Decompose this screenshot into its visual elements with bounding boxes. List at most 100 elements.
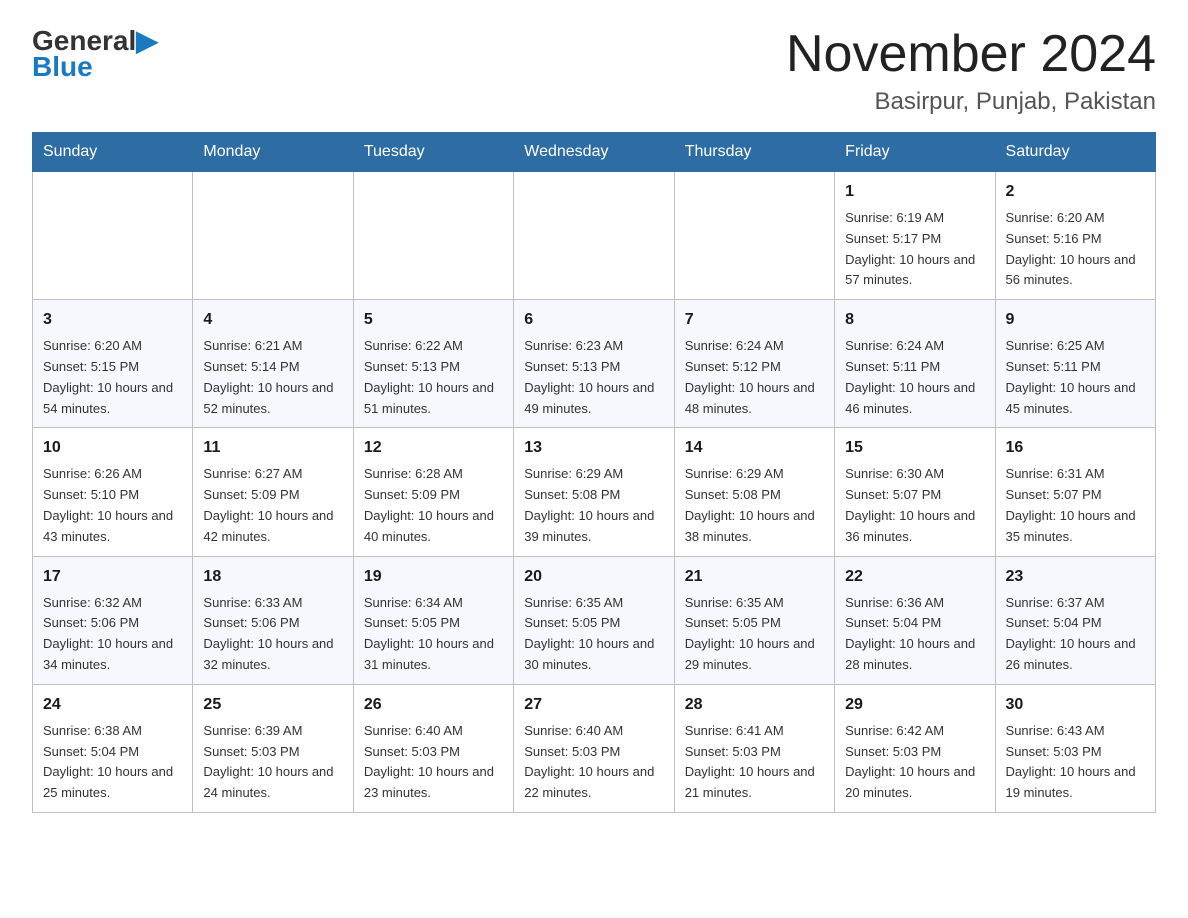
day-number: 30 [1006,693,1145,717]
day-info: Sunrise: 6:37 AM Sunset: 5:04 PM Dayligh… [1006,593,1145,676]
calendar-cell: 12 Sunrise: 6:28 AM Sunset: 5:09 PM Dayli… [353,428,513,556]
location-title: Basirpur, Punjab, Pakistan [786,88,1156,116]
day-info: Sunrise: 6:33 AM Sunset: 5:06 PM Dayligh… [203,593,342,676]
calendar-cell: 27Sunrise: 6:40 AM Sunset: 5:03 PM Dayli… [514,684,674,812]
calendar-cell [514,172,674,300]
day-number: 23 [1006,565,1145,589]
week-row-4: 17 Sunrise: 6:32 AM Sunset: 5:06 PM Dayli… [33,556,1156,684]
logo: General ▶ Blue [32,24,158,83]
day-number: 5 [364,308,503,332]
day-number: 2 [1006,180,1145,204]
day-info: Sunrise: 6:23 AM Sunset: 5:13 PM Dayligh… [524,336,663,419]
day-info: Sunrise: 6:38 AM Sunset: 5:04 PM Dayligh… [43,721,182,804]
week-row-5: 24 Sunrise: 6:38 AM Sunset: 5:04 PM Dayli… [33,684,1156,812]
weekday-header-row: SundayMondayTuesdayWednesdayThursdayFrid… [33,133,1156,172]
calendar-cell: 19 Sunrise: 6:34 AM Sunset: 5:05 PM Dayli… [353,556,513,684]
week-row-3: 10 Sunrise: 6:26 AM Sunset: 5:10 PM Dayli… [33,428,1156,556]
day-number: 11 [203,436,342,460]
page-header: General ▶ Blue November 2024 Basirpur, P… [32,24,1156,116]
calendar-table: SundayMondayTuesdayWednesdayThursdayFrid… [32,132,1156,813]
day-number: 13 [524,436,663,460]
calendar-cell: 10 Sunrise: 6:26 AM Sunset: 5:10 PM Dayli… [33,428,193,556]
calendar-cell [674,172,834,300]
day-info: Sunrise: 6:24 AM Sunset: 5:12 PM Dayligh… [685,336,824,419]
calendar-cell: 7 Sunrise: 6:24 AM Sunset: 5:12 PM Daylig… [674,300,834,428]
day-number: 12 [364,436,503,460]
calendar-cell: 1 Sunrise: 6:19 AM Sunset: 5:17 PM Daylig… [835,172,995,300]
calendar-cell: 28 Sunrise: 6:41 AM Sunset: 5:03 PM Dayli… [674,684,834,812]
day-number: 8 [845,308,984,332]
calendar-cell: 15Sunrise: 6:30 AM Sunset: 5:07 PM Dayli… [835,428,995,556]
calendar-cell: 3Sunrise: 6:20 AM Sunset: 5:15 PM Daylig… [33,300,193,428]
weekday-header-friday: Friday [835,133,995,172]
calendar-cell: 11Sunrise: 6:27 AM Sunset: 5:09 PM Dayli… [193,428,353,556]
calendar-cell: 26 Sunrise: 6:40 AM Sunset: 5:03 PM Dayli… [353,684,513,812]
day-number: 22 [845,565,984,589]
calendar-cell: 21Sunrise: 6:35 AM Sunset: 5:05 PM Dayli… [674,556,834,684]
day-info: Sunrise: 6:31 AM Sunset: 5:07 PM Dayligh… [1006,464,1145,547]
calendar-cell: 17 Sunrise: 6:32 AM Sunset: 5:06 PM Dayli… [33,556,193,684]
day-info: Sunrise: 6:34 AM Sunset: 5:05 PM Dayligh… [364,593,503,676]
day-number: 4 [203,308,342,332]
calendar-cell: 20 Sunrise: 6:35 AM Sunset: 5:05 PM Dayli… [514,556,674,684]
calendar-cell: 24 Sunrise: 6:38 AM Sunset: 5:04 PM Dayli… [33,684,193,812]
weekday-header-sunday: Sunday [33,133,193,172]
title-area: November 2024 Basirpur, Punjab, Pakistan [786,24,1156,116]
calendar-cell: 29Sunrise: 6:42 AM Sunset: 5:03 PM Dayli… [835,684,995,812]
day-info: Sunrise: 6:35 AM Sunset: 5:05 PM Dayligh… [685,593,824,676]
calendar-cell [33,172,193,300]
day-info: Sunrise: 6:28 AM Sunset: 5:09 PM Dayligh… [364,464,503,547]
weekday-header-wednesday: Wednesday [514,133,674,172]
day-info: Sunrise: 6:22 AM Sunset: 5:13 PM Dayligh… [364,336,503,419]
day-info: Sunrise: 6:25 AM Sunset: 5:11 PM Dayligh… [1006,336,1145,419]
day-info: Sunrise: 6:29 AM Sunset: 5:08 PM Dayligh… [524,464,663,547]
day-number: 9 [1006,308,1145,332]
day-info: Sunrise: 6:39 AM Sunset: 5:03 PM Dayligh… [203,721,342,804]
day-number: 24 [43,693,182,717]
calendar-cell [353,172,513,300]
weekday-header-saturday: Saturday [995,133,1155,172]
day-number: 20 [524,565,663,589]
day-info: Sunrise: 6:36 AM Sunset: 5:04 PM Dayligh… [845,593,984,676]
day-info: Sunrise: 6:19 AM Sunset: 5:17 PM Dayligh… [845,208,984,291]
week-row-1: 1 Sunrise: 6:19 AM Sunset: 5:17 PM Daylig… [33,172,1156,300]
calendar-cell: 16 Sunrise: 6:31 AM Sunset: 5:07 PM Dayli… [995,428,1155,556]
weekday-header-tuesday: Tuesday [353,133,513,172]
day-info: Sunrise: 6:35 AM Sunset: 5:05 PM Dayligh… [524,593,663,676]
day-number: 7 [685,308,824,332]
calendar-cell: 18Sunrise: 6:33 AM Sunset: 5:06 PM Dayli… [193,556,353,684]
day-number: 17 [43,565,182,589]
calendar-cell: 2Sunrise: 6:20 AM Sunset: 5:16 PM Daylig… [995,172,1155,300]
calendar-cell: 6 Sunrise: 6:23 AM Sunset: 5:13 PM Daylig… [514,300,674,428]
day-number: 19 [364,565,503,589]
calendar-cell: 14Sunrise: 6:29 AM Sunset: 5:08 PM Dayli… [674,428,834,556]
calendar-cell: 8 Sunrise: 6:24 AM Sunset: 5:11 PM Daylig… [835,300,995,428]
day-info: Sunrise: 6:29 AM Sunset: 5:08 PM Dayligh… [685,464,824,547]
day-number: 25 [203,693,342,717]
day-info: Sunrise: 6:24 AM Sunset: 5:11 PM Dayligh… [845,336,984,419]
day-info: Sunrise: 6:32 AM Sunset: 5:06 PM Dayligh… [43,593,182,676]
weekday-header-monday: Monday [193,133,353,172]
day-info: Sunrise: 6:43 AM Sunset: 5:03 PM Dayligh… [1006,721,1145,804]
day-info: Sunrise: 6:26 AM Sunset: 5:10 PM Dayligh… [43,464,182,547]
logo-blue-general: ▶ [136,24,158,57]
day-number: 26 [364,693,503,717]
calendar-cell: 5 Sunrise: 6:22 AM Sunset: 5:13 PM Daylig… [353,300,513,428]
day-number: 28 [685,693,824,717]
day-number: 15 [845,436,984,460]
weekday-header-thursday: Thursday [674,133,834,172]
day-info: Sunrise: 6:41 AM Sunset: 5:03 PM Dayligh… [685,721,824,804]
calendar-cell [193,172,353,300]
calendar-cell: 30 Sunrise: 6:43 AM Sunset: 5:03 PM Dayli… [995,684,1155,812]
calendar-cell: 13 Sunrise: 6:29 AM Sunset: 5:08 PM Dayli… [514,428,674,556]
day-info: Sunrise: 6:42 AM Sunset: 5:03 PM Dayligh… [845,721,984,804]
day-info: Sunrise: 6:21 AM Sunset: 5:14 PM Dayligh… [203,336,342,419]
day-number: 6 [524,308,663,332]
day-number: 27 [524,693,663,717]
month-title: November 2024 [786,24,1156,84]
day-number: 16 [1006,436,1145,460]
day-info: Sunrise: 6:40 AM Sunset: 5:03 PM Dayligh… [364,721,503,804]
calendar-cell: 25 Sunrise: 6:39 AM Sunset: 5:03 PM Dayli… [193,684,353,812]
day-number: 10 [43,436,182,460]
day-number: 1 [845,180,984,204]
